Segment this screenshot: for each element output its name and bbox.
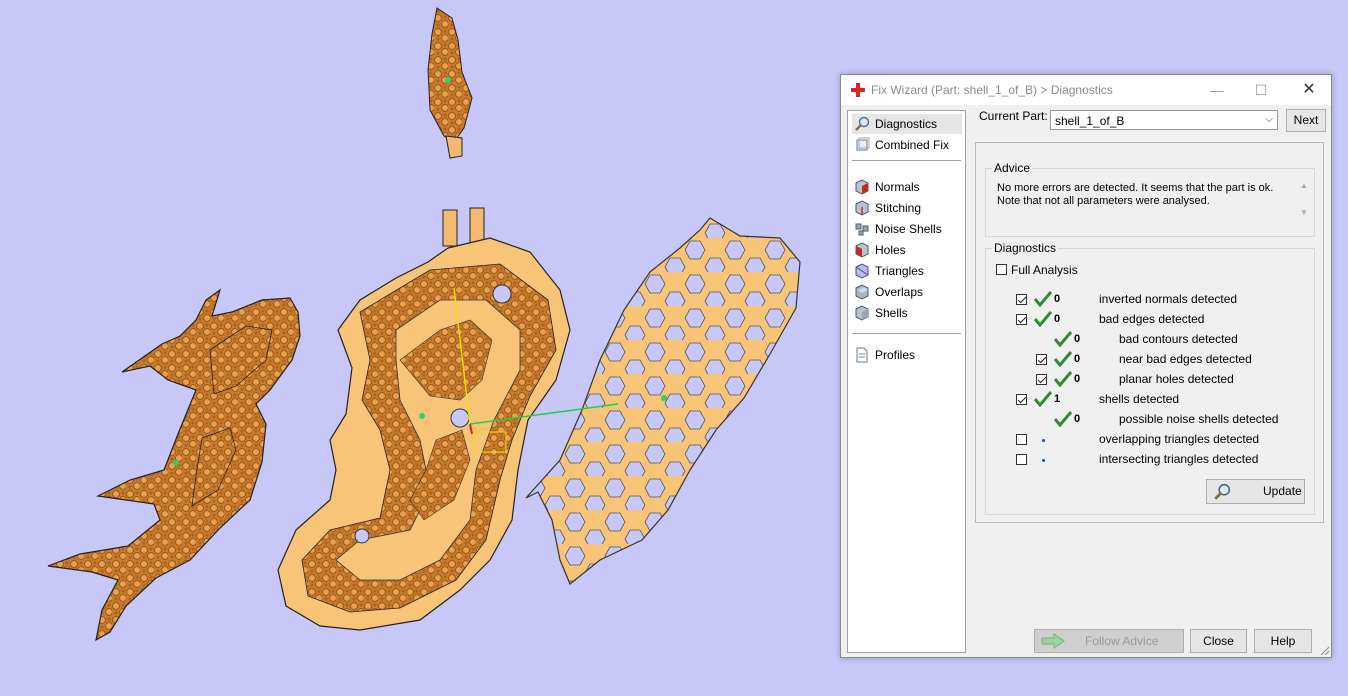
nav-label: Profiles [875,348,916,362]
triangles-cube-icon [855,263,869,279]
nav-item-profiles[interactable]: Profiles [852,345,962,365]
part-hexagon-mesh[interactable] [525,217,801,585]
row-count: 0 [1074,353,1081,365]
chevron-down-icon: ⌵ [1265,114,1273,125]
window-title: Fix Wizard (Part: shell_1_of_B) > Diagno… [871,83,1113,97]
maximize-button[interactable]: ☐ [1239,75,1283,105]
row-count: 0 [1054,313,1061,325]
row-checkbox[interactable] [1016,314,1027,325]
advice-scrollbar[interactable]: ▲ ▼ [1298,181,1310,226]
document-icon [856,347,868,363]
nav-item-normals[interactable]: Normals [852,177,962,197]
magnifier-icon [855,116,870,131]
next-button[interactable]: Next [1286,109,1326,132]
close-window-button[interactable]: ✕ [1287,75,1331,105]
resize-grip-icon[interactable] [1319,645,1329,655]
nav-item-overlaps[interactable]: Overlaps [852,282,962,302]
holes-cube-icon [855,242,869,258]
nav-item-shells[interactable]: Shells [852,303,962,323]
row-label: intersecting triangles detected [1099,452,1259,466]
row-count: 0 [1074,413,1081,425]
full-analysis-checkbox[interactable] [996,264,1007,275]
row-label: near bad edges detected [1119,352,1252,366]
row-checkbox[interactable] [1036,354,1047,365]
row-checkbox[interactable] [1016,294,1027,305]
stitching-cube-icon [855,200,869,216]
nav-label: Combined Fix [875,138,950,152]
close-button[interactable]: Close [1190,629,1247,653]
update-label: Update [1263,484,1302,498]
row-count: 0 [1074,333,1081,345]
fix-wizard-nav: Diagnostics Combined Fix Normals Stitchi… [847,110,966,653]
row-label: shells detected [1099,392,1180,406]
nav-divider [852,160,961,161]
shells-cube-icon [855,305,869,321]
nav-label: Diagnostics [875,117,938,131]
nav-item-diagnostics[interactable]: Diagnostics [852,114,962,134]
nav-label: Noise Shells [875,222,942,236]
part-small-pendant[interactable] [427,7,473,159]
follow-advice-button[interactable]: Follow Advice [1034,629,1184,653]
not-analysed-dot-icon [1042,439,1045,442]
nav-item-holes[interactable]: Holes [852,240,962,260]
part-central-pendant[interactable] [277,207,571,631]
diagnostics-panel: Advice No more errors are detected. It s… [975,142,1324,523]
nav-item-triangles[interactable]: Triangles [852,261,962,281]
row-label: inverted normals detected [1099,292,1238,306]
diagnostics-group: Diagnostics Full Analysis 0 inverted nor… [985,241,1315,515]
overlaps-cube-icon [855,284,869,300]
row-checkbox[interactable] [1016,454,1027,465]
row-checkbox[interactable] [1016,394,1027,405]
nav-label: Triangles [875,264,924,278]
arrow-right-icon [1041,633,1065,649]
advice-text: No more errors are detected. It seems th… [997,182,1274,207]
combined-fix-icon [856,137,870,151]
row-label: bad edges detected [1099,312,1205,326]
green-check-icon [1034,311,1052,327]
nav-item-noise-shells[interactable]: Noise Shells [852,219,962,239]
advice-group: Advice No more errors are detected. It s… [985,161,1315,237]
nav-label: Overlaps [875,285,924,299]
red-cross-icon [851,83,865,97]
green-check-icon [1054,411,1072,427]
nav-label: Stitching [875,201,922,215]
green-check-icon [1034,291,1052,307]
row-label: overlapping triangles detected [1099,432,1260,446]
green-check-icon [1054,331,1072,347]
row-count: 1 [1054,393,1061,405]
row-checkbox[interactable] [1016,434,1027,445]
green-check-icon [1054,351,1072,367]
nav-item-stitching[interactable]: Stitching [852,198,962,218]
title-bar[interactable]: Fix Wizard (Part: shell_1_of_B) > Diagno… [841,75,1331,105]
fix-wizard-dialog: Fix Wizard (Part: shell_1_of_B) > Diagno… [840,74,1332,658]
magnifier-icon [1214,483,1231,500]
advice-title: Advice [992,161,1033,175]
nav-item-combined-fix[interactable]: Combined Fix [852,135,962,155]
row-label: planar holes detected [1119,372,1234,386]
row-count: 0 [1054,293,1061,305]
noise-shells-icon [855,223,869,236]
current-part-label: Current Part: [979,109,1048,123]
row-label: bad contours detected [1119,332,1238,346]
help-button[interactable]: Help [1254,629,1312,653]
current-part-select[interactable]: shell_1_of_B ⌵ [1050,110,1278,130]
green-check-icon [1034,391,1052,407]
green-check-icon [1054,371,1072,387]
full-analysis-label: Full Analysis [1011,263,1078,277]
nav-label: Shells [875,306,908,320]
update-button[interactable]: Update [1206,479,1305,504]
part-beaded-letter-b[interactable] [47,288,301,642]
diagnostics-title: Diagnostics [992,241,1059,255]
row-count: 0 [1074,373,1081,385]
minimize-button[interactable]: — [1195,75,1239,105]
nav-label: Holes [875,243,906,257]
current-part-value: shell_1_of_B [1055,114,1125,128]
normals-cube-icon [855,179,869,195]
row-label: possible noise shells detected [1119,412,1279,426]
not-analysed-dot-icon [1042,459,1045,462]
nav-label: Normals [875,180,920,194]
row-checkbox[interactable] [1036,374,1047,385]
follow-advice-label: Follow Advice [1085,634,1159,648]
nav-divider [852,333,961,334]
